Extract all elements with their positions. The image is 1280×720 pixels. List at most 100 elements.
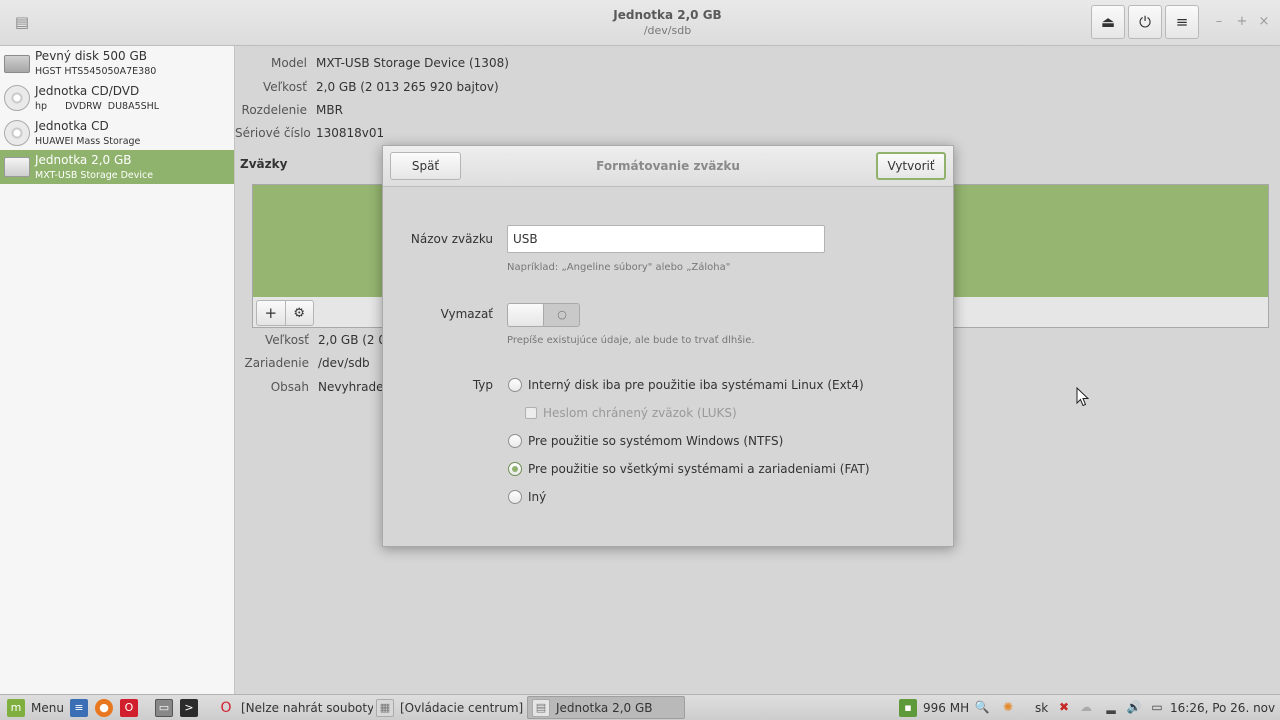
volume-name-hint: Napríklad: „Angeline súbory" alebo „Zálo… — [507, 262, 731, 273]
format-volume-dialog: Späť Formátovanie zväzku Vytvoriť Názov … — [382, 145, 954, 547]
cpu-frequency-applet[interactable]: ▪ 996 MHz — [899, 695, 969, 720]
radio-button[interactable] — [508, 378, 522, 392]
luks-checkbox — [525, 407, 537, 419]
header-bar: ▤ Jednotka 2,0 GB /dev/sdb ⏏ ⏻ ≡ – + × — [0, 0, 1280, 46]
hard-disk-icon — [4, 55, 30, 73]
menu-icon: ≡ — [1175, 13, 1189, 31]
launcher-firefox[interactable]: ● — [95, 695, 113, 720]
model-label: Model — [270, 56, 307, 70]
drive-list: Pevný disk 500 GB HGST HTS545050A7E380 J… — [0, 46, 235, 694]
create-button[interactable]: Vytvoriť — [876, 152, 946, 180]
gears-icon: ⚙ — [293, 305, 306, 321]
size-label: Veľkosť — [263, 80, 307, 94]
opera-icon: O — [220, 699, 232, 716]
volume-icon[interactable]: 🔊 — [1126, 699, 1142, 715]
type-option-ntfs[interactable]: Pre použitie so systémom Windows (NTFS) — [508, 432, 783, 450]
shield-icon[interactable]: ✖ — [1056, 699, 1072, 715]
drive-name: Jednotka CD/DVD — [35, 84, 140, 98]
size-value: 2,0 GB (2 013 265 920 bajtov) — [316, 80, 499, 94]
mint-logo-icon: m — [7, 698, 25, 717]
dialog-title: Formátovanie zväzku — [596, 159, 740, 173]
sidebar-item-cd-dvd[interactable]: Jednotka CD/DVD hp DVDRW DU8A5SHL — [0, 81, 234, 115]
task-label: Jednotka 2,0 GB — [556, 700, 653, 715]
control-center-icon: ▦ — [376, 698, 394, 717]
cloud-icon[interactable]: ☁ — [1078, 699, 1094, 715]
eject-icon: ⏏ — [1100, 13, 1116, 31]
launcher-terminal[interactable]: > — [180, 695, 198, 720]
type-option-label: Pre použitie so systémom Windows (NTFS) — [528, 434, 784, 448]
task-label: [Nelze nahrát souboty... — [241, 700, 373, 715]
volume-size-label: Veľkosť — [265, 333, 309, 347]
close-button[interactable]: × — [1256, 14, 1272, 30]
power-off-button[interactable]: ⏻ — [1128, 5, 1162, 39]
document-icon: ≡ — [70, 698, 88, 717]
weather-icon[interactable]: ✺ — [1000, 699, 1016, 715]
radio-button-selected[interactable] — [508, 462, 522, 476]
type-option-label: Pre použitie so všetkými systémami a zar… — [528, 462, 870, 476]
search-icon[interactable]: 🔍 — [974, 699, 990, 715]
volume-device-label: Zariadenie — [244, 356, 309, 370]
cpu-chip-icon: ▪ — [899, 698, 917, 717]
erase-label: Vymazať — [440, 307, 493, 321]
type-option-ext4[interactable]: Interný disk iba pre použitie iba systém… — [508, 376, 864, 394]
launcher-writer[interactable]: ≡ — [70, 695, 88, 720]
serial-value: 130818v01 — [316, 126, 385, 140]
power-icon: ⏻ — [1139, 13, 1151, 31]
task-label: [Ovládacie centrum] — [400, 700, 524, 715]
task-opera[interactable]: O [Nelze nahrát souboty... — [213, 696, 373, 719]
radio-button[interactable] — [508, 434, 522, 448]
volume-name-input[interactable] — [507, 225, 825, 253]
partitioning-value: MBR — [316, 103, 343, 117]
eject-button[interactable]: ⏏ — [1091, 5, 1125, 39]
type-option-label: Interný disk iba pre použitie iba systém… — [528, 378, 864, 392]
keyboard-layout[interactable]: sk — [1035, 695, 1048, 720]
model-value: MXT-USB Storage Device (1308) — [316, 56, 509, 70]
sidebar-item-cd[interactable]: Jednotka CD HUAWEI Mass Storage — [0, 116, 234, 150]
app-menu-button[interactable]: ≡ — [1165, 5, 1199, 39]
erase-switch[interactable]: ○ — [507, 303, 580, 327]
type-option-other[interactable]: Iný — [508, 488, 546, 506]
type-option-label: Iný — [528, 490, 547, 504]
cpu-frequency: 996 MHz — [923, 700, 969, 715]
files-icon: ▭ — [155, 698, 173, 717]
battery-icon[interactable]: ▭ — [1149, 699, 1165, 715]
drive-model: hp DVDRW DU8A5SHL — [35, 101, 160, 112]
drive-model: MXT-USB Storage Device — [35, 170, 154, 181]
volume-toolbar: + ⚙ — [256, 300, 314, 326]
sidebar-item-hard-disk[interactable]: Pevný disk 500 GB HGST HTS545050A7E380 — [0, 46, 234, 80]
maximize-button[interactable]: + — [1234, 14, 1250, 30]
network-signal-icon[interactable]: ▂ — [1103, 699, 1119, 715]
opera-icon: O — [120, 698, 138, 717]
luks-label: Heslom chránený zväzok (LUKS) — [543, 406, 737, 420]
volume-device-value: /dev/sdb — [318, 356, 370, 370]
volume-contents-value: Nevyhraden — [318, 380, 392, 394]
back-button[interactable]: Späť — [390, 152, 461, 180]
volumes-heading: Zväzky — [240, 157, 288, 171]
firefox-icon: ● — [95, 698, 113, 717]
type-option-fat[interactable]: Pre použitie so všetkými systémami a zar… — [508, 460, 870, 478]
task-disks[interactable]: ▤ Jednotka 2,0 GB — [527, 696, 685, 719]
volume-contents-label: Obsah — [270, 380, 309, 394]
sidebar-item-usb-drive[interactable]: Jednotka 2,0 GB MXT-USB Storage Device — [0, 150, 234, 184]
partitioning-label: Rozdelenie — [241, 103, 307, 117]
disks-app-icon: ▤ — [14, 13, 30, 31]
task-control-center[interactable]: ▦ [Ovládacie centrum] — [372, 696, 524, 719]
drive-model: HUAWEI Mass Storage — [35, 136, 141, 147]
disks-icon: ▤ — [532, 698, 550, 717]
drive-name: Pevný disk 500 GB — [35, 49, 148, 63]
usb-drive-icon — [4, 157, 30, 177]
add-partition-button[interactable]: + — [257, 301, 285, 325]
clock-label: 16:26, Po 26. nov — [1170, 700, 1276, 715]
taskbar: m Menu ≡ ● O ▭ > O [Nelze nahrát souboty… — [0, 694, 1280, 720]
drive-model: HGST HTS545050A7E380 — [35, 66, 157, 77]
window-subtitle: /dev/sdb — [643, 24, 692, 37]
clock[interactable]: 16:26, Po 26. nov — [1170, 695, 1278, 720]
partition-settings-button[interactable]: ⚙ — [284, 301, 314, 325]
plus-icon: + — [264, 304, 278, 322]
launcher-opera[interactable]: O — [120, 695, 138, 720]
launcher-files[interactable]: ▭ — [155, 695, 173, 720]
radio-button[interactable] — [508, 490, 522, 504]
window-title: Jednotka 2,0 GB — [613, 8, 722, 22]
minimize-button[interactable]: – — [1211, 14, 1227, 30]
menu-button[interactable]: m Menu — [7, 695, 64, 720]
